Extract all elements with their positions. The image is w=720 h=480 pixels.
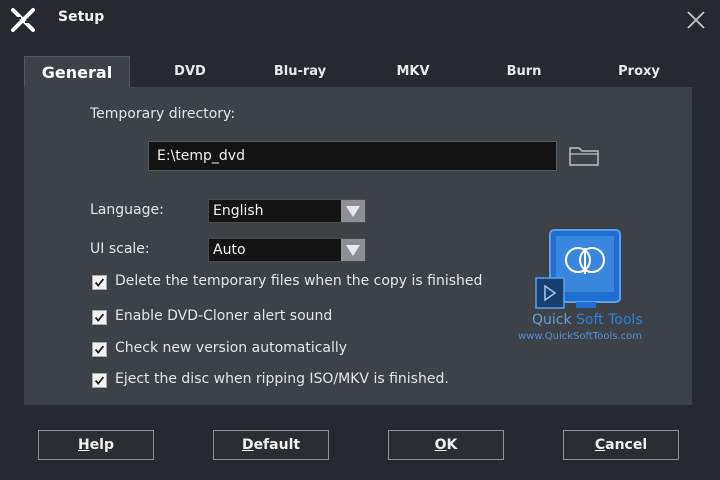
alert-sound-label: Enable DVD-Cloner alert sound xyxy=(115,308,333,324)
tab-dvd[interactable]: DVD xyxy=(160,56,220,88)
ui-scale-value: Auto xyxy=(213,242,246,258)
close-icon[interactable] xyxy=(684,8,708,32)
x-logo-icon xyxy=(11,8,35,32)
tab-bar: General DVD Blu-ray MKV Burn Proxy xyxy=(24,56,692,88)
chevron-down-icon xyxy=(341,200,365,222)
default-button[interactable]: Default xyxy=(213,430,329,460)
folder-icon[interactable] xyxy=(568,144,600,168)
tab-burn[interactable]: Burn xyxy=(492,56,556,88)
ui-scale-label: UI scale: xyxy=(90,241,150,257)
check-version-label: Check new version automatically xyxy=(115,340,348,356)
chevron-down-icon xyxy=(341,239,365,261)
language-select[interactable]: English xyxy=(208,199,366,223)
temp-dir-label: Temporary directory: xyxy=(90,106,236,122)
tab-proxy[interactable]: Proxy xyxy=(606,56,672,88)
checkbox-checked-icon[interactable] xyxy=(92,373,107,388)
ui-scale-select[interactable]: Auto xyxy=(208,238,366,262)
tab-blu-ray[interactable]: Blu-ray xyxy=(262,56,338,88)
tab-mkv[interactable]: MKV xyxy=(382,56,444,88)
watermark-logo-icon xyxy=(535,229,621,309)
delete-temp-files-label: Delete the temporary files when the copy… xyxy=(115,273,483,289)
cancel-button[interactable]: Cancel xyxy=(563,430,679,460)
tab-general[interactable]: General xyxy=(24,56,130,88)
title-bar: Setup xyxy=(0,0,720,40)
temp-dir-input[interactable] xyxy=(148,141,557,171)
watermark-name: Quick Soft Tools xyxy=(532,312,643,328)
help-button[interactable]: Help xyxy=(38,430,154,460)
checkbox-checked-icon[interactable] xyxy=(92,275,107,290)
window-title: Setup xyxy=(58,9,105,25)
checkbox-checked-icon[interactable] xyxy=(92,310,107,325)
checkbox-checked-icon[interactable] xyxy=(92,342,107,357)
eject-disc-label: Eject the disc when ripping ISO/MKV is f… xyxy=(115,371,449,387)
language-value: English xyxy=(213,203,264,219)
ok-button[interactable]: OK xyxy=(388,430,504,460)
language-label: Language: xyxy=(90,202,164,218)
watermark-url: www.QuickSoftTools.com xyxy=(518,331,642,342)
